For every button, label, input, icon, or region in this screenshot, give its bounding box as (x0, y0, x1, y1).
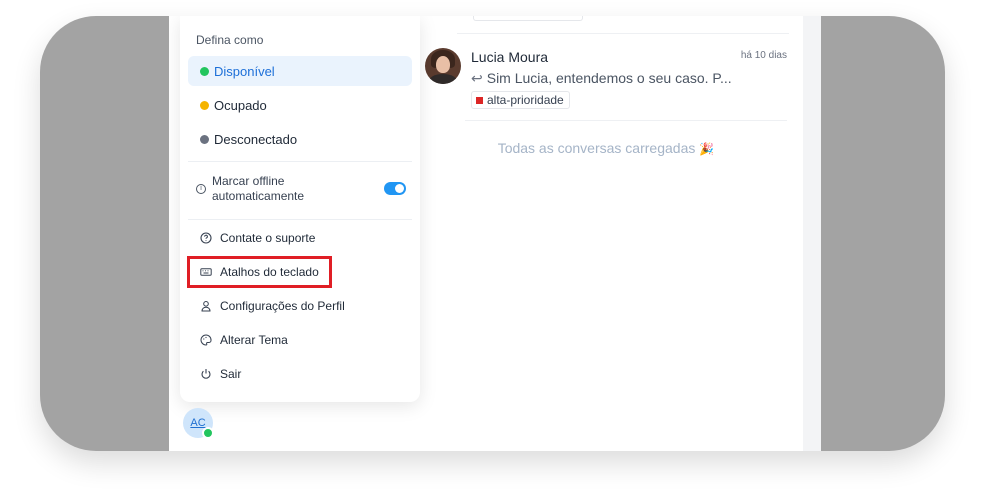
contact-name: Lucia Moura (471, 49, 549, 65)
previous-item-label (473, 16, 583, 21)
presence-dot-icon (202, 427, 214, 439)
preview-text: Sim Lucia, entendemos o seu caso. P... (486, 70, 732, 86)
label-color-square (476, 96, 483, 104)
reply-icon: ↩ (471, 70, 483, 86)
status-label: Ocupado (214, 97, 267, 113)
menu-item-label: Sair (220, 367, 242, 381)
last-message-preview: ↩ Sim Lucia, entendemos o seu caso. P... (471, 70, 732, 87)
status-label: Desconectado (214, 131, 298, 147)
menu-item-contact-support[interactable]: Contate o suporte (188, 223, 412, 253)
menu-item-label: Alterar Tema (220, 333, 288, 347)
divider (465, 120, 787, 121)
chat-help-icon (200, 232, 212, 244)
status-option-busy[interactable]: Ocupado (188, 90, 412, 120)
all-loaded-note: Todas as conversas carregadas 🎉 (409, 140, 803, 156)
all-loaded-text: Todas as conversas carregadas (497, 140, 696, 156)
party-popper-icon: 🎉 (699, 142, 715, 156)
conversation-time: há 10 dias (740, 50, 787, 61)
conversation-list: Lucia Moura há 10 dias ↩ Sim Lucia, enten… (409, 16, 821, 451)
menu-divider (188, 161, 412, 162)
conversation-label[interactable]: alta-prioridade (471, 91, 570, 109)
avatar-initials: AC (190, 417, 206, 429)
app-window: Lucia Moura há 10 dias ↩ Sim Lucia, enten… (169, 16, 821, 451)
user-avatar[interactable]: AC (183, 408, 214, 439)
palette-icon (200, 334, 212, 346)
highlight-box (187, 256, 332, 288)
menu-item-label: Configurações do Perfil (220, 299, 345, 313)
menu-item-change-theme[interactable]: Alterar Tema (188, 325, 412, 355)
status-option-available[interactable]: Disponível (188, 56, 412, 86)
auto-offline-setting: i Marcar offline automaticamente (196, 174, 406, 208)
status-option-offline[interactable]: Desconectado (188, 124, 412, 154)
info-icon: i (196, 184, 206, 194)
menu-divider (188, 219, 412, 220)
label-text: alta-prioridade (487, 93, 564, 107)
conversation-item[interactable]: Lucia Moura há 10 dias ↩ Sim Lucia, enten… (425, 46, 787, 116)
screenshot-frame: Lucia Moura há 10 dias ↩ Sim Lucia, enten… (40, 16, 945, 451)
menu-item-profile-settings[interactable]: Configurações do Perfil (188, 291, 412, 321)
menu-item-logout[interactable]: Sair (188, 359, 412, 389)
contact-avatar (425, 48, 461, 84)
menu-title: Defina como (196, 33, 264, 47)
auto-offline-label: Marcar offline automaticamente (212, 174, 305, 203)
power-icon (200, 368, 212, 380)
status-dot-icon (200, 134, 209, 144)
status-label: Disponível (214, 63, 275, 79)
menu-item-label: Contate o suporte (220, 231, 316, 245)
divider (457, 33, 789, 34)
auto-offline-toggle[interactable] (384, 182, 406, 195)
status-menu: Defina como Disponível Ocupado Desconect… (180, 16, 420, 402)
status-dot-icon (200, 100, 209, 110)
user-icon (200, 300, 212, 312)
scrollbar-track[interactable] (803, 16, 821, 451)
status-dot-icon (200, 66, 209, 76)
